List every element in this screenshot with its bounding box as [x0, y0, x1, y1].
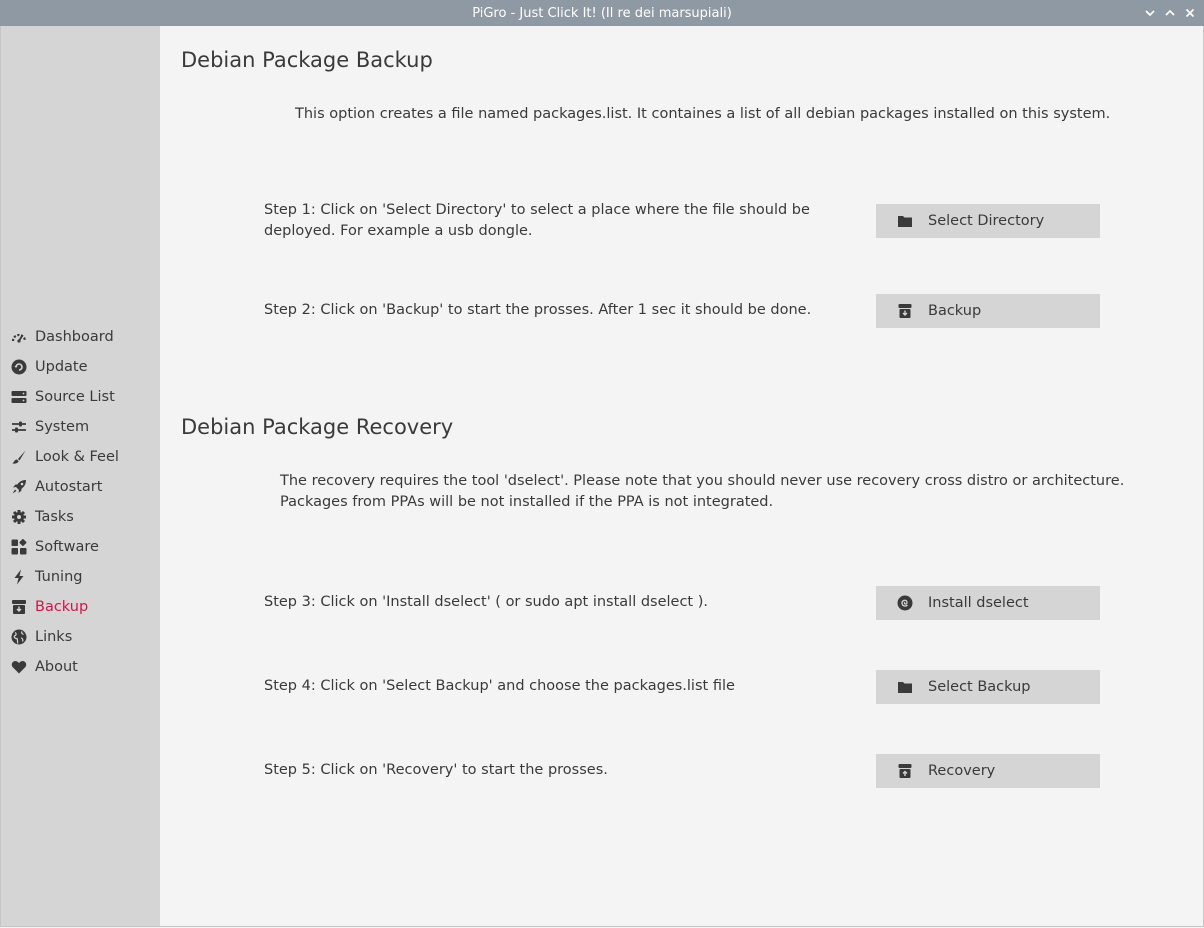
backup-label: Backup — [928, 303, 982, 319]
sidebar-item-update[interactable]: Update — [1, 352, 160, 382]
server-icon — [11, 389, 27, 405]
archive-upload-icon — [897, 763, 913, 779]
install-dselect-button[interactable]: Install dselect — [876, 586, 1100, 620]
step5-text: Step 5: Click on 'Recovery' to start the… — [264, 762, 608, 778]
sidebar-item-tuning[interactable]: Tuning — [1, 562, 160, 592]
step2-text: Step 2: Click on 'Backup' to start the p… — [264, 302, 812, 318]
sidebar-item-label: Links — [35, 629, 73, 645]
archive-icon — [897, 303, 913, 319]
sidebar: Dashboard Update Source List System Look… — [1, 26, 160, 926]
maximize-icon[interactable] — [1162, 5, 1178, 21]
apps-icon — [11, 539, 27, 555]
update-icon — [11, 359, 27, 375]
sidebar-item-label: Autostart — [35, 479, 103, 495]
window-title: PiGro - Just Click It! (Il re dei marsup… — [472, 6, 732, 21]
sidebar-item-label: Dashboard — [35, 329, 114, 345]
recovery-description-line2: Packages from PPAs will be not installed… — [280, 494, 774, 510]
sidebar-item-label: Tuning — [35, 569, 83, 585]
folder-icon — [897, 679, 913, 695]
sidebar-item-label: Source List — [35, 389, 115, 405]
recovery-button[interactable]: Recovery — [876, 754, 1100, 788]
sliders-icon — [11, 419, 27, 435]
rocket-icon — [11, 479, 27, 495]
brush-icon — [11, 449, 27, 465]
sidebar-item-system[interactable]: System — [1, 412, 160, 442]
debian-icon — [897, 595, 913, 611]
sidebar-item-label: Software — [35, 539, 99, 555]
sidebar-item-label: Look & Feel — [35, 449, 119, 465]
globe-icon — [11, 629, 27, 645]
step3-text: Step 3: Click on 'Install dselect' ( or … — [264, 594, 708, 610]
select-directory-button[interactable]: Select Directory — [876, 204, 1100, 238]
sidebar-item-about[interactable]: About — [1, 652, 160, 682]
step1-text: Step 1: Click on 'Select Directory' to s… — [264, 202, 810, 239]
folder-icon — [897, 213, 913, 229]
sidebar-item-source-list[interactable]: Source List — [1, 382, 160, 412]
step4-text: Step 4: Click on 'Select Backup' and cho… — [264, 678, 735, 694]
backup-heading: Debian Package Backup — [181, 48, 433, 72]
sidebar-item-look-feel[interactable]: Look & Feel — [1, 442, 160, 472]
main-content: Debian Package Backup This option create… — [160, 26, 1202, 926]
title-bar: PiGro - Just Click It! (Il re dei marsup… — [0, 0, 1204, 26]
sidebar-item-label: Backup — [35, 599, 89, 615]
sidebar-item-tasks[interactable]: Tasks — [1, 502, 160, 532]
select-backup-button[interactable]: Select Backup — [876, 670, 1100, 704]
dashboard-icon — [11, 329, 27, 345]
sidebar-item-dashboard[interactable]: Dashboard — [1, 322, 160, 352]
sidebar-item-autostart[interactable]: Autostart — [1, 472, 160, 502]
sidebar-item-backup[interactable]: Backup — [1, 592, 160, 622]
sidebar-item-links[interactable]: Links — [1, 622, 160, 652]
install-dselect-label: Install dselect — [928, 595, 1029, 611]
select-directory-label: Select Directory — [928, 213, 1045, 229]
minimize-icon[interactable] — [1142, 5, 1158, 21]
sidebar-item-label: About — [35, 659, 78, 675]
bolt-icon — [11, 569, 27, 585]
close-icon[interactable] — [1182, 5, 1198, 21]
backup-button[interactable]: Backup — [876, 294, 1100, 328]
gear-icon — [11, 509, 27, 525]
recovery-heading: Debian Package Recovery — [181, 415, 454, 439]
sidebar-item-label: System — [35, 419, 90, 435]
recovery-label: Recovery — [928, 763, 996, 779]
sidebar-item-software[interactable]: Software — [1, 532, 160, 562]
heart-icon — [11, 659, 27, 675]
sidebar-item-label: Update — [35, 359, 88, 375]
backup-description: This option creates a file named package… — [295, 106, 1111, 122]
select-backup-label: Select Backup — [928, 679, 1031, 695]
archive-icon — [11, 599, 27, 615]
recovery-description-line1: The recovery requires the tool 'dselect'… — [280, 473, 1125, 489]
sidebar-nav: Dashboard Update Source List System Look… — [1, 322, 160, 682]
sidebar-item-label: Tasks — [35, 509, 74, 525]
